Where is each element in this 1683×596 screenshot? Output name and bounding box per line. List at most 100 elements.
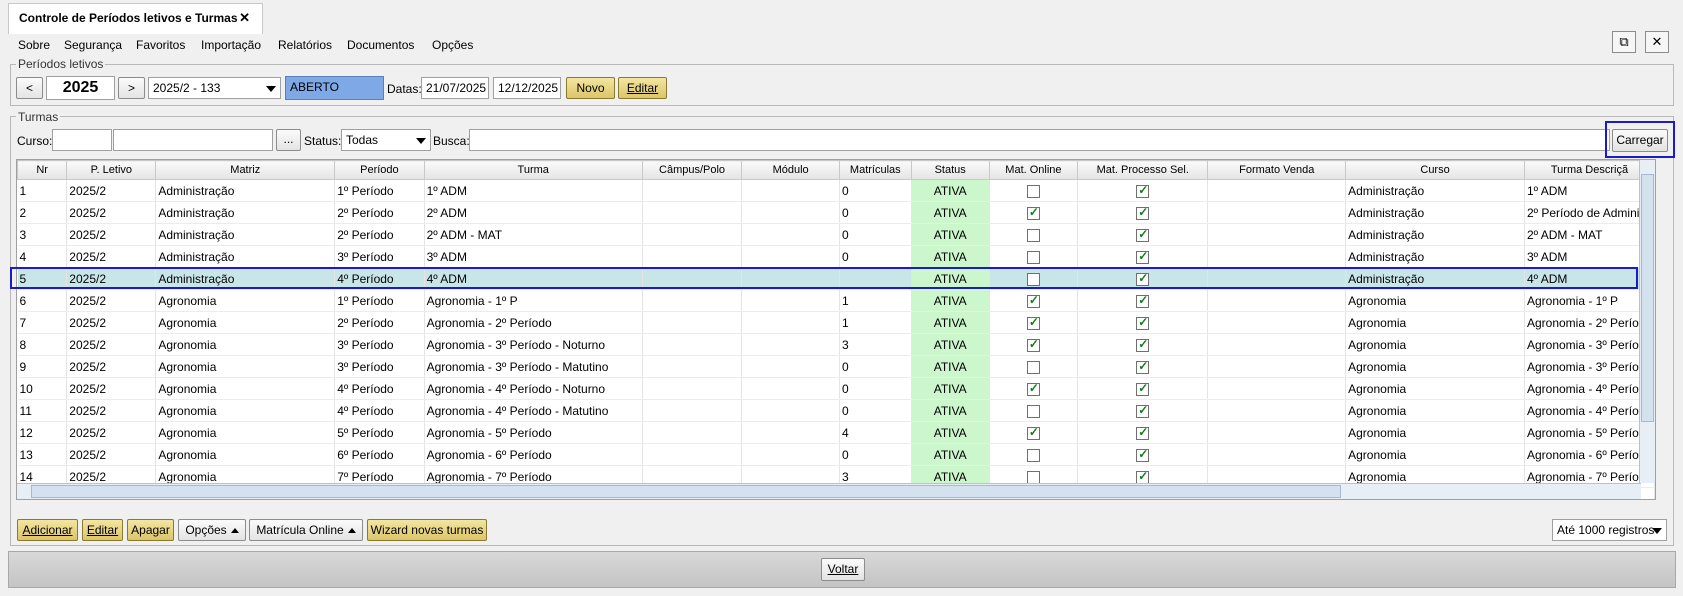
checkbox-checked[interactable] bbox=[1136, 205, 1150, 220]
column-header[interactable]: P. Letivo bbox=[66, 160, 157, 180]
mat-processo-cell[interactable] bbox=[1077, 421, 1209, 444]
menu-relatorios[interactable]: Relatórios bbox=[278, 38, 332, 52]
mat-processo-cell[interactable] bbox=[1077, 443, 1209, 466]
column-header[interactable]: Matrículas bbox=[838, 160, 912, 180]
checkbox-checked[interactable] bbox=[1026, 315, 1040, 330]
column-header[interactable]: Formato Venda bbox=[1207, 160, 1347, 180]
next-year-button[interactable]: > bbox=[118, 77, 145, 99]
mat-processo-cell[interactable] bbox=[1077, 179, 1209, 202]
column-header[interactable]: Módulo bbox=[741, 160, 840, 180]
tab-controle-periodos[interactable]: Controle de Períodos letivos e Turmas ✕ bbox=[8, 3, 263, 34]
mat-online-cell[interactable] bbox=[989, 289, 1079, 312]
carregar-button[interactable]: Carregar bbox=[1612, 129, 1668, 152]
checkbox-checked[interactable] bbox=[1026, 337, 1040, 352]
mat-online-cell[interactable] bbox=[989, 443, 1079, 466]
checkbox-checked[interactable] bbox=[1026, 381, 1040, 396]
column-header[interactable]: Mat. Processo Sel. bbox=[1077, 160, 1209, 180]
period-select[interactable]: 2025/2 - 133 bbox=[148, 77, 281, 99]
prev-year-button[interactable]: < bbox=[16, 77, 43, 99]
checkbox-checked[interactable] bbox=[1026, 425, 1040, 440]
mat-online-cell[interactable] bbox=[989, 245, 1079, 268]
table-row[interactable]: 4 2025/2 Administração 3º Período 3º ADM 0 ATI… bbox=[17, 245, 1655, 268]
mat-processo-cell[interactable] bbox=[1077, 377, 1209, 400]
busca-input[interactable] bbox=[469, 129, 1610, 151]
mat-processo-cell[interactable] bbox=[1077, 355, 1209, 378]
curso-name-field[interactable] bbox=[113, 129, 273, 151]
mat-processo-cell[interactable] bbox=[1077, 289, 1209, 312]
table-row[interactable]: 9 2025/2 Agronomia 3º Período Agronomia - 3º… bbox=[17, 355, 1655, 378]
checkbox-checked[interactable] bbox=[1136, 447, 1150, 462]
column-header[interactable]: Turma Descriçã bbox=[1523, 160, 1655, 180]
opcoes-button[interactable]: Opções bbox=[178, 519, 246, 541]
mat-online-cell[interactable] bbox=[989, 201, 1079, 224]
editar-button[interactable]: Editar bbox=[82, 519, 123, 541]
checkbox-unchecked[interactable] bbox=[1026, 470, 1040, 484]
novo-button[interactable]: Novo bbox=[566, 77, 615, 99]
column-header[interactable]: Período bbox=[334, 160, 425, 180]
table-row[interactable]: 10 2025/2 Agronomia 4º Período Agronomia - 4… bbox=[17, 377, 1655, 400]
checkbox-checked[interactable] bbox=[1136, 359, 1150, 374]
checkbox-unchecked[interactable] bbox=[1026, 360, 1040, 374]
mat-online-cell[interactable] bbox=[989, 267, 1079, 290]
mat-online-cell[interactable] bbox=[989, 377, 1079, 400]
table-row[interactable]: 11 2025/2 Agronomia 4º Período Agronomia - 4… bbox=[17, 399, 1655, 422]
checkbox-checked[interactable] bbox=[1136, 337, 1150, 352]
external-window-icon[interactable]: ⧉ bbox=[1612, 31, 1636, 53]
close-window-icon[interactable]: ✕ bbox=[1645, 31, 1669, 53]
table-row[interactable]: 12 2025/2 Agronomia 5º Período Agronomia - 5… bbox=[17, 421, 1655, 444]
menu-documentos[interactable]: Documentos bbox=[347, 38, 414, 52]
date-end-field[interactable]: 12/12/2025 bbox=[493, 77, 561, 99]
mat-online-cell[interactable] bbox=[989, 311, 1079, 334]
column-header[interactable]: Status bbox=[910, 160, 990, 180]
mat-processo-cell[interactable] bbox=[1077, 333, 1209, 356]
table-row[interactable]: 3 2025/2 Administração 2º Período 2º ADM - M… bbox=[17, 223, 1655, 246]
horizontal-scrollbar[interactable] bbox=[17, 483, 1641, 499]
table-row[interactable]: 1 2025/2 Administração 1º Período 1º ADM 0 ATI… bbox=[17, 179, 1655, 202]
limit-select[interactable]: Até 1000 registros bbox=[1552, 519, 1667, 541]
vertical-scroll-thumb[interactable] bbox=[1641, 174, 1654, 422]
mat-online-cell[interactable] bbox=[989, 399, 1079, 422]
menu-opcoes[interactable]: Opções bbox=[432, 38, 473, 52]
mat-processo-cell[interactable] bbox=[1077, 223, 1209, 246]
horizontal-scroll-thumb[interactable] bbox=[31, 485, 1341, 498]
checkbox-unchecked[interactable] bbox=[1026, 272, 1040, 286]
table-row[interactable]: 2 2025/2 Administração 2º Período 2º ADM 0 ATI… bbox=[17, 201, 1655, 224]
column-header[interactable]: Matriz bbox=[155, 160, 336, 180]
curso-code-field[interactable] bbox=[52, 129, 112, 151]
date-start-field[interactable]: 21/07/2025 bbox=[421, 77, 489, 99]
checkbox-unchecked[interactable] bbox=[1026, 250, 1040, 264]
column-header[interactable]: Turma bbox=[423, 160, 643, 180]
checkbox-checked[interactable] bbox=[1136, 249, 1150, 264]
checkbox-checked[interactable] bbox=[1026, 293, 1040, 308]
mat-online-cell[interactable] bbox=[989, 179, 1079, 202]
checkbox-checked[interactable] bbox=[1136, 227, 1150, 242]
checkbox-checked[interactable] bbox=[1136, 293, 1150, 308]
checkbox-checked[interactable] bbox=[1026, 205, 1040, 220]
checkbox-checked[interactable] bbox=[1136, 469, 1150, 484]
mat-processo-cell[interactable] bbox=[1077, 267, 1209, 290]
menu-importacao[interactable]: Importação bbox=[201, 38, 261, 52]
checkbox-unchecked[interactable] bbox=[1026, 228, 1040, 242]
menu-sobre[interactable]: Sobre bbox=[18, 38, 50, 52]
mat-processo-cell[interactable] bbox=[1077, 201, 1209, 224]
mat-online-cell[interactable] bbox=[989, 223, 1079, 246]
mat-processo-cell[interactable] bbox=[1077, 399, 1209, 422]
checkbox-checked[interactable] bbox=[1136, 381, 1150, 396]
checkbox-checked[interactable] bbox=[1136, 271, 1150, 286]
column-header[interactable]: Mat. Online bbox=[988, 160, 1079, 180]
wizard-button[interactable]: Wizard novas turmas bbox=[367, 519, 487, 541]
checkbox-checked[interactable] bbox=[1136, 183, 1150, 198]
apagar-button[interactable]: Apagar bbox=[127, 519, 174, 541]
table-row[interactable]: 13 2025/2 Agronomia 6º Período Agronomia - 6… bbox=[17, 443, 1655, 466]
checkbox-checked[interactable] bbox=[1136, 403, 1150, 418]
checkbox-unchecked[interactable] bbox=[1026, 184, 1040, 198]
matricula-online-button[interactable]: Matrícula Online bbox=[249, 519, 363, 541]
editar-periodo-button[interactable]: Editar bbox=[618, 77, 667, 99]
column-header[interactable]: Curso bbox=[1345, 160, 1525, 180]
column-header[interactable]: Nr bbox=[17, 160, 68, 180]
table-row[interactable]: 5 2025/2 Administração 4º Período 4º ADM ATIV… bbox=[17, 267, 1655, 290]
table-row[interactable]: 7 2025/2 Agronomia 2º Período Agronomia - 2º… bbox=[17, 311, 1655, 334]
mat-processo-cell[interactable] bbox=[1077, 245, 1209, 268]
table-row[interactable]: 8 2025/2 Agronomia 3º Período Agronomia - 3º… bbox=[17, 333, 1655, 356]
year-field[interactable]: 2025 bbox=[46, 76, 115, 100]
